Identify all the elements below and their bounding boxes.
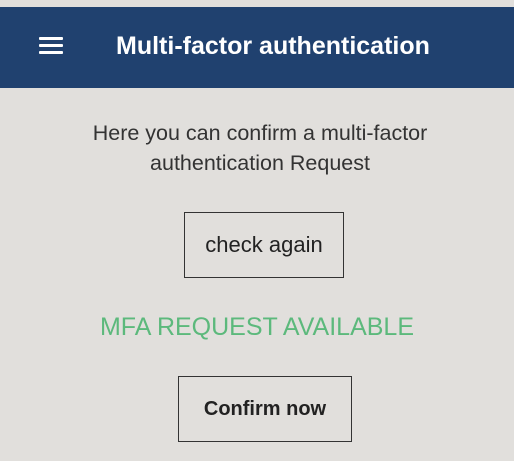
mfa-screen: Multi-factor authentication Here you can… [0,0,514,461]
hamburger-menu-icon[interactable] [39,35,63,55]
check-again-button[interactable]: check again [184,212,344,278]
app-title: Multi-factor authentication [116,32,430,60]
app-bar: Multi-factor authentication [0,7,514,88]
confirm-now-button[interactable]: Confirm now [178,376,352,442]
mfa-status-text: MFA REQUEST AVAILABLE [99,313,414,341]
intro-text: Here you can confirm a multi-factor auth… [92,121,428,175]
